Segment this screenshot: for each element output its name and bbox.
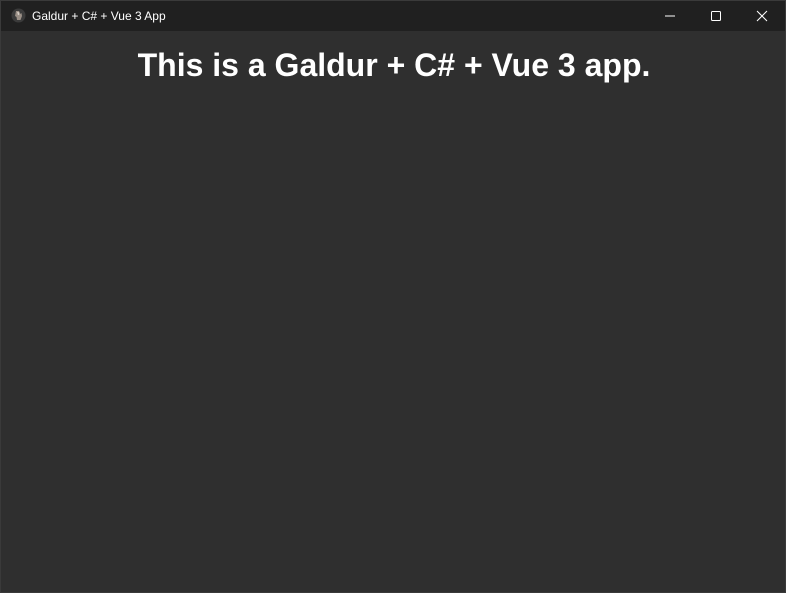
window-title: Galdur + C# + Vue 3 App	[32, 9, 166, 23]
window-controls	[647, 1, 785, 31]
title-bar[interactable]: Galdur + C# + Vue 3 App	[1, 1, 785, 31]
page-heading: This is a Galdur + C# + Vue 3 app.	[137, 47, 651, 83]
app-icon	[11, 8, 26, 23]
minimize-icon	[665, 15, 675, 17]
close-icon	[756, 10, 768, 22]
maximize-icon	[711, 11, 721, 21]
close-button[interactable]	[739, 1, 785, 31]
app-window: Galdur + C# + Vue 3 App This is a Galdur…	[0, 0, 786, 593]
maximize-button[interactable]	[693, 1, 739, 31]
main-content: This is a Galdur + C# + Vue 3 app.	[1, 31, 785, 592]
minimize-button[interactable]	[647, 1, 693, 31]
